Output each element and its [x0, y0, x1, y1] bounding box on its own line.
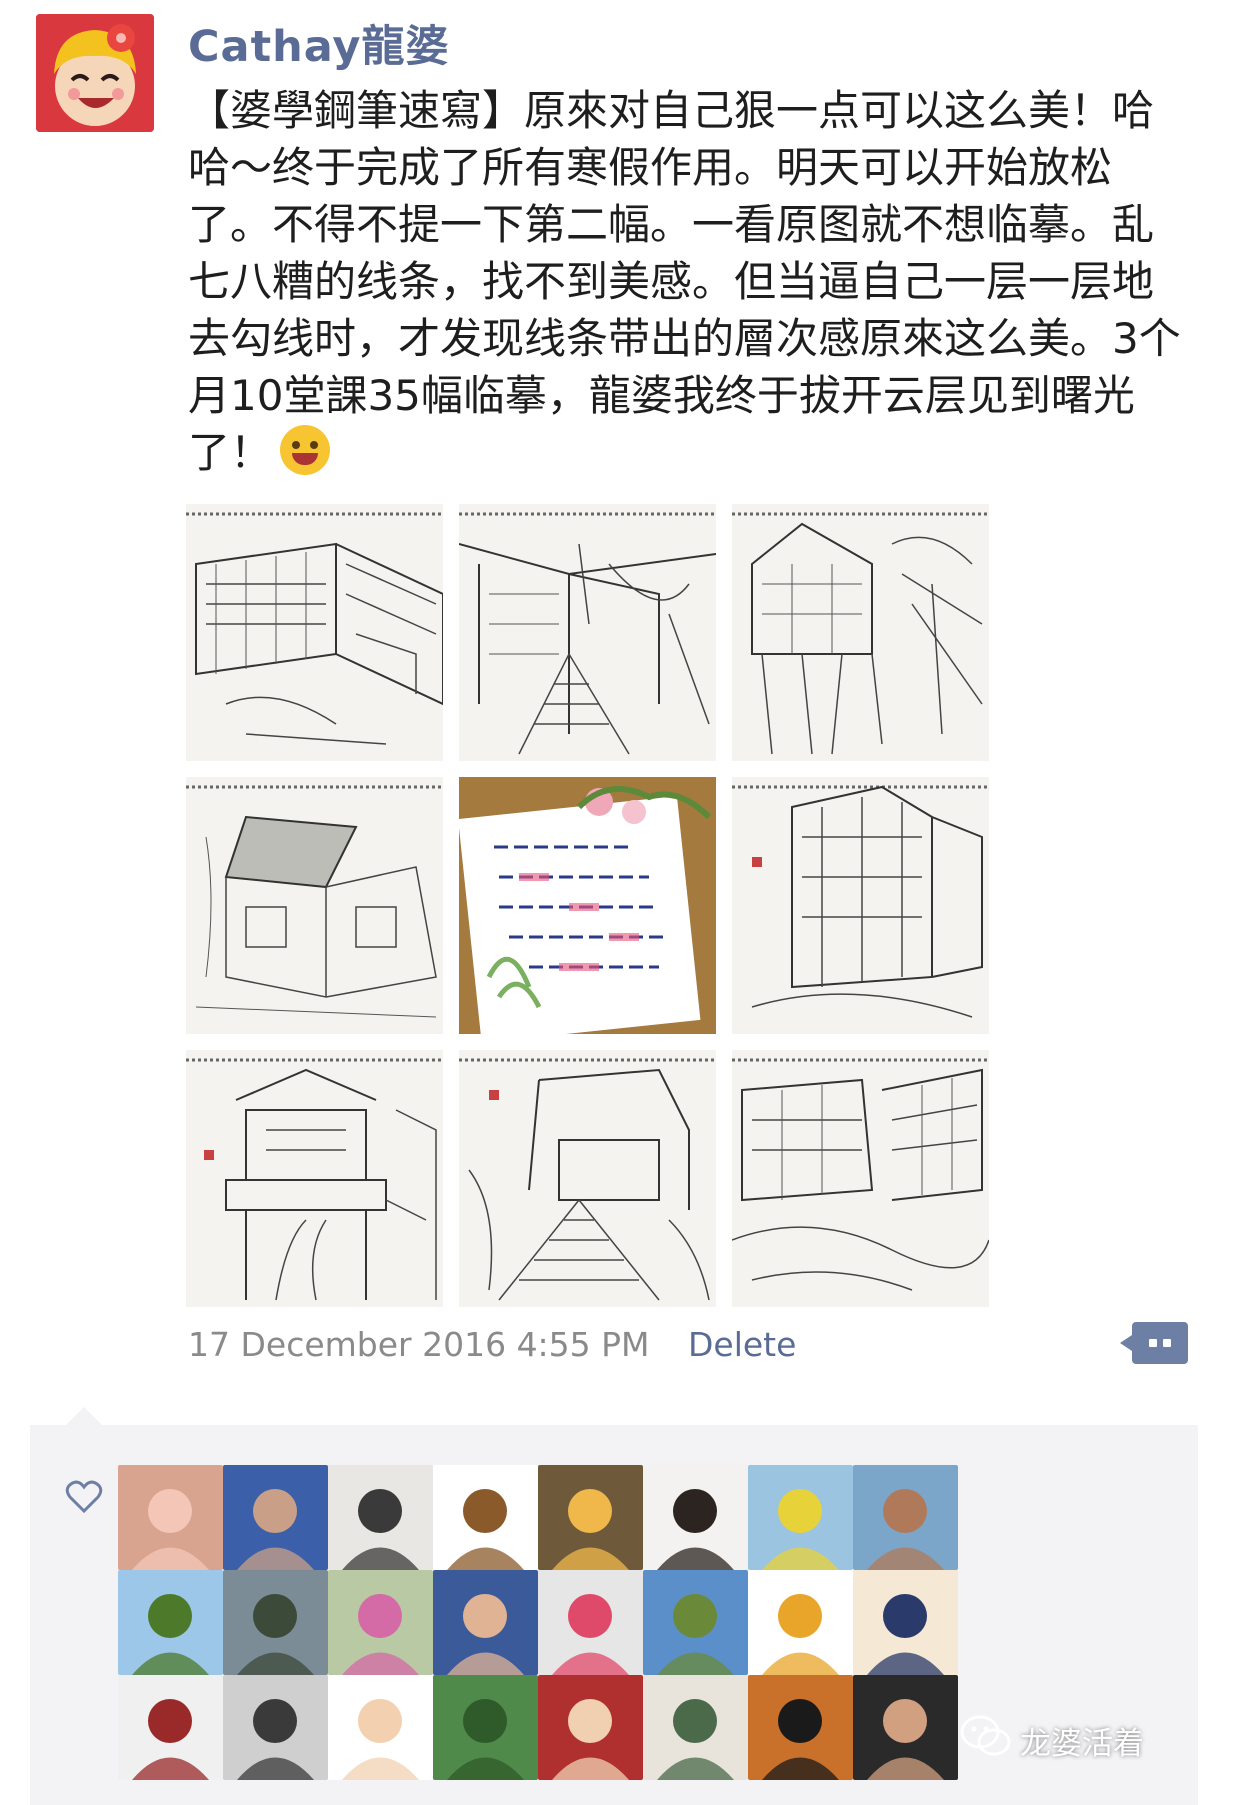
comment-dot-icon: [1163, 1339, 1171, 1347]
liker-avatar-sunset[interactable]: [538, 1465, 643, 1570]
liker-avatar-dark-portrait[interactable]: [853, 1675, 958, 1780]
photo-sketch-wooden-tower-house[interactable]: [732, 777, 989, 1034]
liker-avatar-hat-woman[interactable]: [223, 1465, 328, 1570]
liker-avatar-white-cat[interactable]: [538, 1570, 643, 1675]
delete-button[interactable]: Delete: [688, 1325, 796, 1364]
post-text: 【婆學鋼筆速寫】原來对自己狠一点可以这么美！哈哈～终于完成了所有寒假作用。明天可…: [188, 86, 1181, 477]
post-body: 【婆學鋼筆速寫】原來对自己狠一点可以这么美！哈哈～终于完成了所有寒假作用。明天可…: [188, 82, 1188, 481]
liker-avatar-coast[interactable]: [643, 1570, 748, 1675]
liker-avatar-field[interactable]: [748, 1465, 853, 1570]
photo-sketch-alley-stairs[interactable]: [459, 504, 716, 761]
liker-avatar-girl[interactable]: [643, 1465, 748, 1570]
liker-avatar-cartoon-girl[interactable]: [853, 1570, 958, 1675]
liker-avatar-cartoon-mouse[interactable]: [748, 1570, 853, 1675]
liker-avatar-woman-phone[interactable]: [538, 1675, 643, 1780]
liker-avatar-vintage-photo[interactable]: [223, 1675, 328, 1780]
liker-avatar-flowers[interactable]: [328, 1570, 433, 1675]
liker-avatar-woman-portrait[interactable]: [118, 1675, 223, 1780]
liker-avatar-leaves[interactable]: [118, 1570, 223, 1675]
liker-avatar-fashion-sketch[interactable]: [643, 1675, 748, 1780]
comment-button[interactable]: [1120, 1322, 1188, 1364]
comment-dot-icon: [1149, 1339, 1157, 1347]
heart-icon: [65, 1480, 103, 1514]
liker-avatar-lake-pose[interactable]: [853, 1465, 958, 1570]
photo-note-with-flowers[interactable]: [459, 777, 716, 1034]
post-timestamp: 17 December 2016 4:55 PM: [188, 1325, 650, 1364]
poster-avatar[interactable]: [36, 14, 154, 132]
photo-sketch-tiled-roof-house[interactable]: [186, 777, 443, 1034]
liker-avatar-smiling-woman[interactable]: [433, 1570, 538, 1675]
photo-sketch-stone-staircase[interactable]: [459, 1050, 716, 1307]
watermark: 龙婆活着: [1020, 1726, 1144, 1762]
liker-avatar-cartoon-bird[interactable]: [433, 1465, 538, 1570]
wechat-logo-icon: [960, 1715, 1011, 1756]
photo-grid: [186, 504, 990, 1308]
liker-avatar-cartoon-bun-girl[interactable]: [328, 1675, 433, 1780]
liker-avatar-lotus-pond[interactable]: [433, 1675, 538, 1780]
liker-avatar-standing-woman[interactable]: [328, 1465, 433, 1570]
liker-avatar-pig[interactable]: [118, 1465, 223, 1570]
liker-avatar-cliff[interactable]: [223, 1570, 328, 1675]
poster-name[interactable]: Cathay龍婆: [188, 12, 449, 74]
grinning-face-icon: [280, 425, 331, 475]
photo-sketch-pavilion-gate[interactable]: [186, 1050, 443, 1307]
photo-sketch-riverside-houses[interactable]: [732, 1050, 989, 1307]
liker-avatar-bob-hair-cartoon[interactable]: [748, 1675, 853, 1780]
photo-sketch-stilt-house[interactable]: [732, 504, 989, 761]
photo-sketch-village-courtyard[interactable]: [186, 504, 443, 761]
